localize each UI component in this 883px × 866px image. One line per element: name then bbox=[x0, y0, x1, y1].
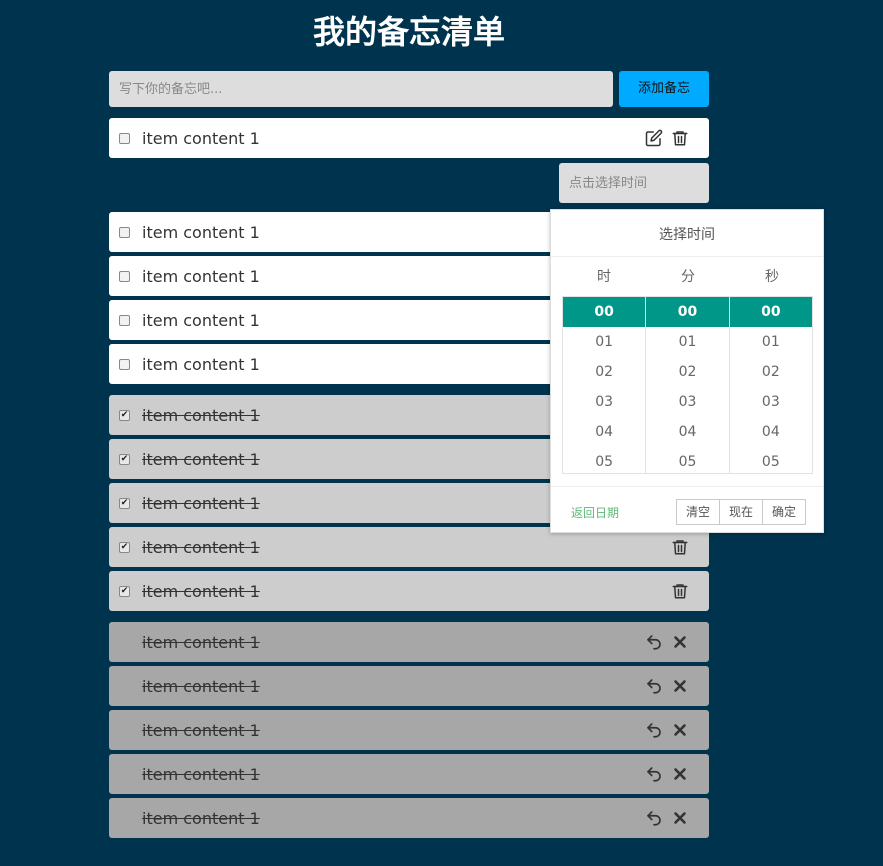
undo-icon[interactable] bbox=[645, 765, 663, 783]
minute-option[interactable]: 00 bbox=[646, 297, 729, 327]
minute-option[interactable]: 03 bbox=[646, 387, 728, 417]
time-picker-column-headers: 时 分 秒 bbox=[562, 266, 814, 288]
trash-icon[interactable] bbox=[671, 129, 689, 147]
deleted-item: item content 1 bbox=[109, 622, 709, 662]
close-icon[interactable] bbox=[671, 633, 689, 651]
confirm-button[interactable]: 确定 bbox=[762, 499, 807, 525]
undo-icon[interactable] bbox=[645, 809, 663, 827]
deleted-item: item content 1 bbox=[109, 798, 709, 838]
minute-option[interactable]: 04 bbox=[646, 417, 728, 447]
item-text: item content 1 bbox=[142, 808, 260, 828]
second-option[interactable]: 01 bbox=[730, 327, 812, 357]
done-checkbox[interactable]: ✔ bbox=[119, 585, 130, 597]
item-text: item content 1 bbox=[142, 764, 260, 784]
hour-option[interactable]: 01 bbox=[563, 327, 645, 357]
undo-icon[interactable] bbox=[645, 721, 663, 739]
edit-icon[interactable] bbox=[645, 129, 663, 147]
todo-checkbox[interactable] bbox=[119, 226, 130, 238]
close-icon[interactable] bbox=[671, 721, 689, 739]
item-text: item content 1 bbox=[142, 720, 260, 740]
time-input[interactable] bbox=[559, 163, 709, 203]
time-picker-footer: 返回日期 清空 现在 确定 bbox=[551, 486, 823, 534]
item-text: item content 1 bbox=[142, 632, 260, 652]
todo-item: item content 1 bbox=[109, 118, 709, 158]
now-button[interactable]: 现在 bbox=[719, 499, 764, 525]
todo-checkbox[interactable] bbox=[119, 314, 130, 326]
done-item: ✔ item content 1 bbox=[109, 571, 709, 611]
undo-icon[interactable] bbox=[645, 633, 663, 651]
undo-icon[interactable] bbox=[645, 677, 663, 695]
hour-column-header: 时 bbox=[597, 269, 611, 285]
time-picker-columns: 00 01 02 03 04 05 00 01 02 03 04 05 00 0… bbox=[562, 296, 813, 474]
item-text: item content 1 bbox=[142, 128, 260, 148]
hour-option[interactable]: 02 bbox=[563, 357, 645, 387]
close-icon[interactable] bbox=[671, 809, 689, 827]
todo-checkbox[interactable] bbox=[119, 358, 130, 370]
done-checkbox[interactable]: ✔ bbox=[119, 409, 130, 421]
item-text: item content 1 bbox=[142, 676, 260, 696]
time-picker-title: 选择时间 bbox=[551, 210, 823, 257]
minute-option[interactable]: 02 bbox=[646, 357, 728, 387]
todo-checkbox[interactable] bbox=[119, 270, 130, 282]
page-title: 我的备忘清单 bbox=[312, 13, 505, 51]
done-checkbox[interactable]: ✔ bbox=[119, 541, 130, 553]
deleted-item: item content 1 bbox=[109, 666, 709, 706]
second-option[interactable]: 05 bbox=[730, 447, 812, 473]
second-option[interactable]: 02 bbox=[730, 357, 812, 387]
minute-list[interactable]: 00 01 02 03 04 05 bbox=[646, 297, 730, 473]
back-to-date-link[interactable]: 返回日期 bbox=[571, 504, 619, 521]
done-checkbox[interactable]: ✔ bbox=[119, 497, 130, 509]
hour-option[interactable]: 03 bbox=[563, 387, 645, 417]
close-icon[interactable] bbox=[671, 765, 689, 783]
add-memo-row: 添加备忘 bbox=[109, 71, 709, 107]
deleted-item: item content 1 bbox=[109, 710, 709, 750]
hour-option[interactable]: 04 bbox=[563, 417, 645, 447]
hour-option[interactable]: 00 bbox=[563, 297, 646, 327]
add-memo-button[interactable]: 添加备忘 bbox=[619, 71, 709, 107]
deleted-item: item content 1 bbox=[109, 754, 709, 794]
time-picker: 选择时间 时 分 秒 00 01 02 03 04 05 00 01 02 03… bbox=[550, 209, 824, 533]
hour-option[interactable]: 05 bbox=[563, 447, 645, 473]
minute-option[interactable]: 01 bbox=[646, 327, 728, 357]
second-column-header: 秒 bbox=[765, 269, 779, 285]
clear-button[interactable]: 清空 bbox=[676, 499, 721, 525]
close-icon[interactable] bbox=[671, 677, 689, 695]
second-list[interactable]: 00 01 02 03 04 05 bbox=[729, 297, 812, 473]
minute-column-header: 分 bbox=[681, 269, 695, 285]
item-text: item content 1 bbox=[142, 581, 260, 601]
trash-icon[interactable] bbox=[671, 538, 689, 556]
memo-input[interactable] bbox=[109, 71, 613, 107]
done-checkbox[interactable]: ✔ bbox=[119, 453, 130, 465]
hour-list[interactable]: 00 01 02 03 04 05 bbox=[563, 297, 647, 473]
item-text: item content 1 bbox=[142, 537, 260, 557]
second-option[interactable]: 03 bbox=[730, 387, 812, 417]
second-option[interactable]: 04 bbox=[730, 417, 812, 447]
minute-option[interactable]: 05 bbox=[646, 447, 728, 473]
todo-checkbox[interactable] bbox=[119, 132, 130, 144]
trash-icon[interactable] bbox=[671, 582, 689, 600]
second-option[interactable]: 00 bbox=[729, 297, 812, 327]
